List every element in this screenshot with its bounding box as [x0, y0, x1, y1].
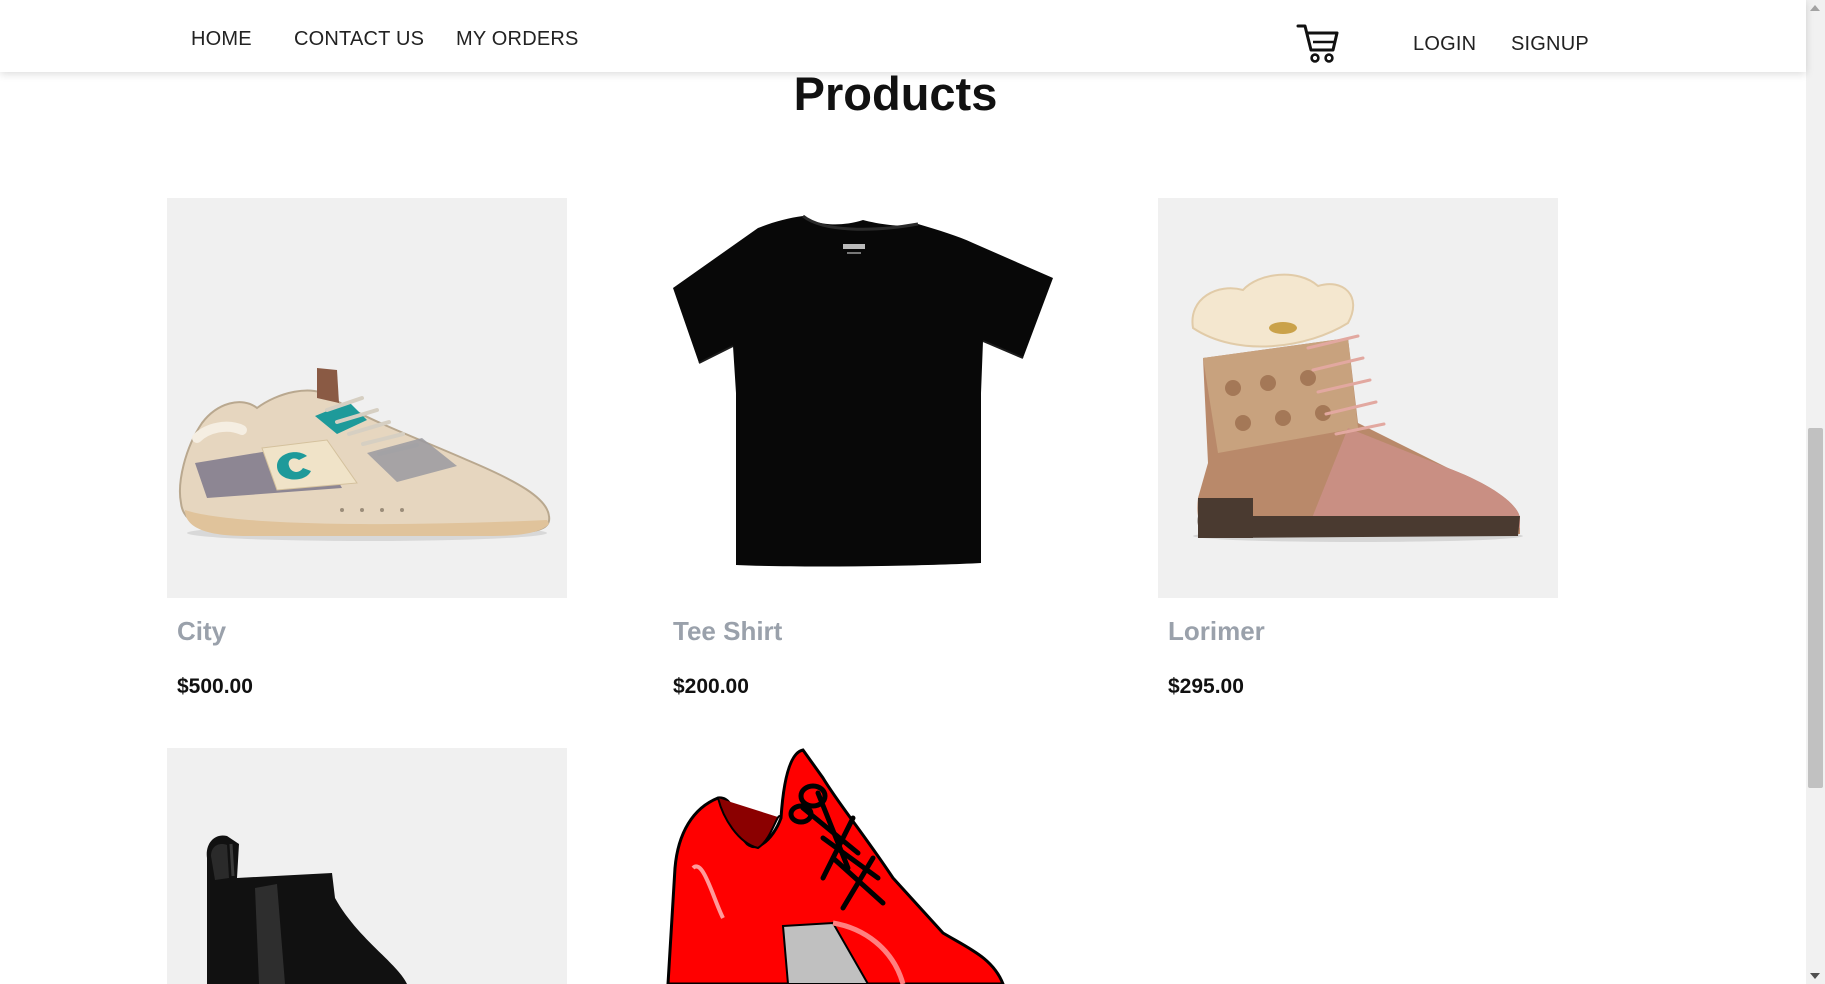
product-price: $295.00 — [1168, 675, 1244, 698]
nav-my-orders-link[interactable]: MY ORDERS — [456, 28, 579, 51]
shopping-cart-icon[interactable] — [1296, 22, 1340, 64]
product-image-red-sneaker[interactable] — [663, 748, 1063, 984]
product-name[interactable]: City — [177, 616, 226, 647]
scrollbar-thumb[interactable] — [1808, 428, 1823, 788]
nav-login-link[interactable]: LOGIN — [1413, 33, 1476, 56]
product-image-lorimer-boot[interactable] — [1158, 198, 1558, 598]
product-image-tee-shirt[interactable] — [663, 198, 1063, 598]
product-image-chelsea-boot[interactable] — [167, 748, 567, 984]
product-price: $200.00 — [673, 675, 749, 698]
nav-home-link[interactable]: HOME — [191, 28, 252, 51]
top-navbar: HOME CONTACT US MY ORDERS LOGIN SIGNUP — [0, 0, 1806, 72]
product-image-sneaker[interactable] — [167, 198, 567, 598]
nav-contact-us-link[interactable]: CONTACT US — [294, 28, 424, 51]
page-scrollbar[interactable] — [1806, 0, 1825, 984]
scroll-down-arrow-icon[interactable] — [1810, 973, 1820, 979]
page-title: Products — [793, 67, 998, 120]
product-price: $500.00 — [177, 675, 253, 698]
product-name[interactable]: Lorimer — [1168, 616, 1265, 647]
scroll-up-arrow-icon[interactable] — [1810, 5, 1820, 11]
product-name[interactable]: Tee Shirt — [673, 616, 782, 647]
nav-signup-link[interactable]: SIGNUP — [1511, 33, 1589, 56]
